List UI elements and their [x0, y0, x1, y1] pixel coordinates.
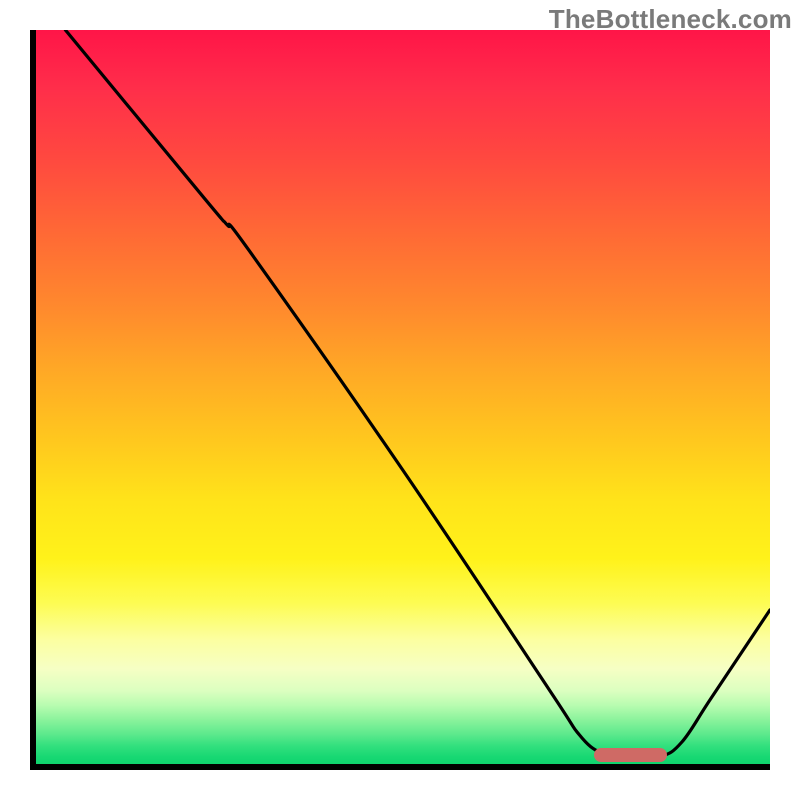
chart-container: TheBottleneck.com	[0, 0, 800, 800]
optimal-range-marker	[594, 748, 667, 762]
plot-area	[30, 30, 770, 770]
bottleneck-curve-svg	[36, 30, 770, 764]
bottleneck-curve-path	[65, 30, 770, 759]
watermark-label: TheBottleneck.com	[549, 4, 792, 35]
